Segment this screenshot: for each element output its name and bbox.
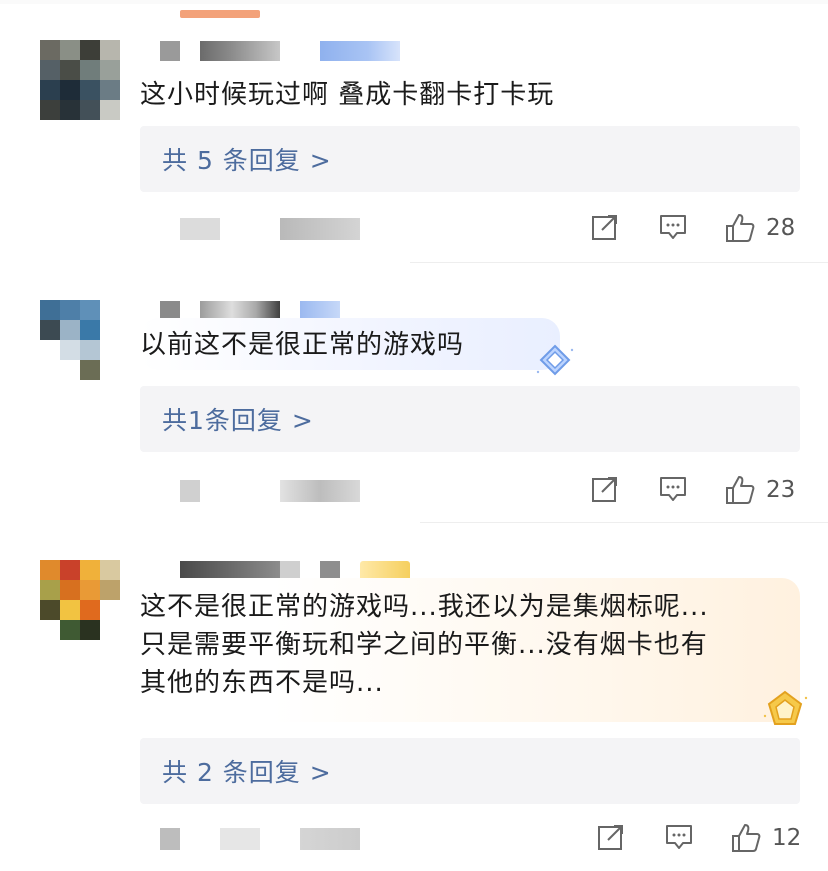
action-row: 12: [140, 818, 801, 858]
share-button[interactable]: [590, 474, 620, 504]
gold-badge-icon: [763, 690, 808, 725]
reply-button[interactable]: [664, 822, 694, 852]
location: [280, 218, 360, 240]
view-replies-link[interactable]: 共 2 条回复 >: [162, 753, 332, 789]
avatar[interactable]: [40, 40, 120, 120]
avatar[interactable]: [40, 560, 120, 640]
comment-text-line: 只是需要平衡玩和学之间的平衡...没有烟卡也有: [140, 630, 708, 660]
reply-box[interactable]: 共 5 条回复 >: [140, 126, 800, 192]
like-icon: [732, 824, 761, 852]
like-button[interactable]: 23: [724, 474, 795, 506]
share-icon: [592, 477, 617, 502]
comment-item: 这小时候玩过啊 叠成卡翻卡打卡玩 共 5 条回复 > 28: [0, 0, 828, 262]
comment-icon: [660, 477, 686, 501]
like-count: 28: [766, 215, 796, 241]
comment-text: 以前这不是很正常的游戏吗: [140, 330, 465, 360]
like-count: 12: [772, 825, 802, 851]
like-icon: [726, 476, 755, 504]
comment-text: 这不是很正常的游戏吗...我还以为是集烟标呢... 只是需要平衡玩和学之间的平衡…: [140, 588, 790, 702]
share-button[interactable]: [596, 822, 626, 852]
reply-box[interactable]: 共1条回复 >: [140, 386, 800, 452]
location: [280, 480, 360, 502]
comment-text: 这小时候玩过啊 叠成卡翻卡打卡玩: [140, 80, 555, 110]
like-button[interactable]: 12: [730, 822, 801, 854]
post-time: [180, 218, 220, 240]
username[interactable]: [160, 40, 400, 62]
comment-icon: [660, 215, 686, 239]
avatar[interactable]: [40, 300, 120, 380]
comment-text-line: 其他的东西不是吗...: [140, 668, 384, 698]
like-button[interactable]: 28: [724, 212, 795, 244]
post-time: [180, 480, 200, 502]
location: [220, 828, 260, 850]
comment-item: 以前这不是很正常的游戏吗 共1条回复 > 23: [0, 262, 828, 522]
comment-item: 这不是很正常的游戏吗...我还以为是集烟标呢... 只是需要平衡玩和学之间的平衡…: [0, 522, 828, 871]
share-button[interactable]: [590, 212, 620, 242]
post-time: [160, 828, 180, 850]
reply-button[interactable]: [658, 474, 688, 504]
action-row: 28: [140, 208, 800, 248]
diamond-badge-icon: [536, 344, 574, 376]
view-replies-link[interactable]: 共 5 条回复 >: [162, 141, 332, 177]
location-extra: [300, 828, 360, 850]
like-count: 23: [766, 477, 796, 503]
share-icon: [592, 215, 617, 240]
action-row: 23: [140, 470, 800, 510]
comment-icon: [666, 825, 692, 849]
like-icon: [726, 214, 755, 242]
reply-box[interactable]: 共 2 条回复 >: [140, 738, 800, 804]
comment-text-line: 这不是很正常的游戏吗...我还以为是集烟标呢...: [140, 592, 709, 622]
share-icon: [598, 825, 623, 850]
reply-button[interactable]: [658, 212, 688, 242]
view-replies-link[interactable]: 共1条回复 >: [162, 401, 314, 437]
